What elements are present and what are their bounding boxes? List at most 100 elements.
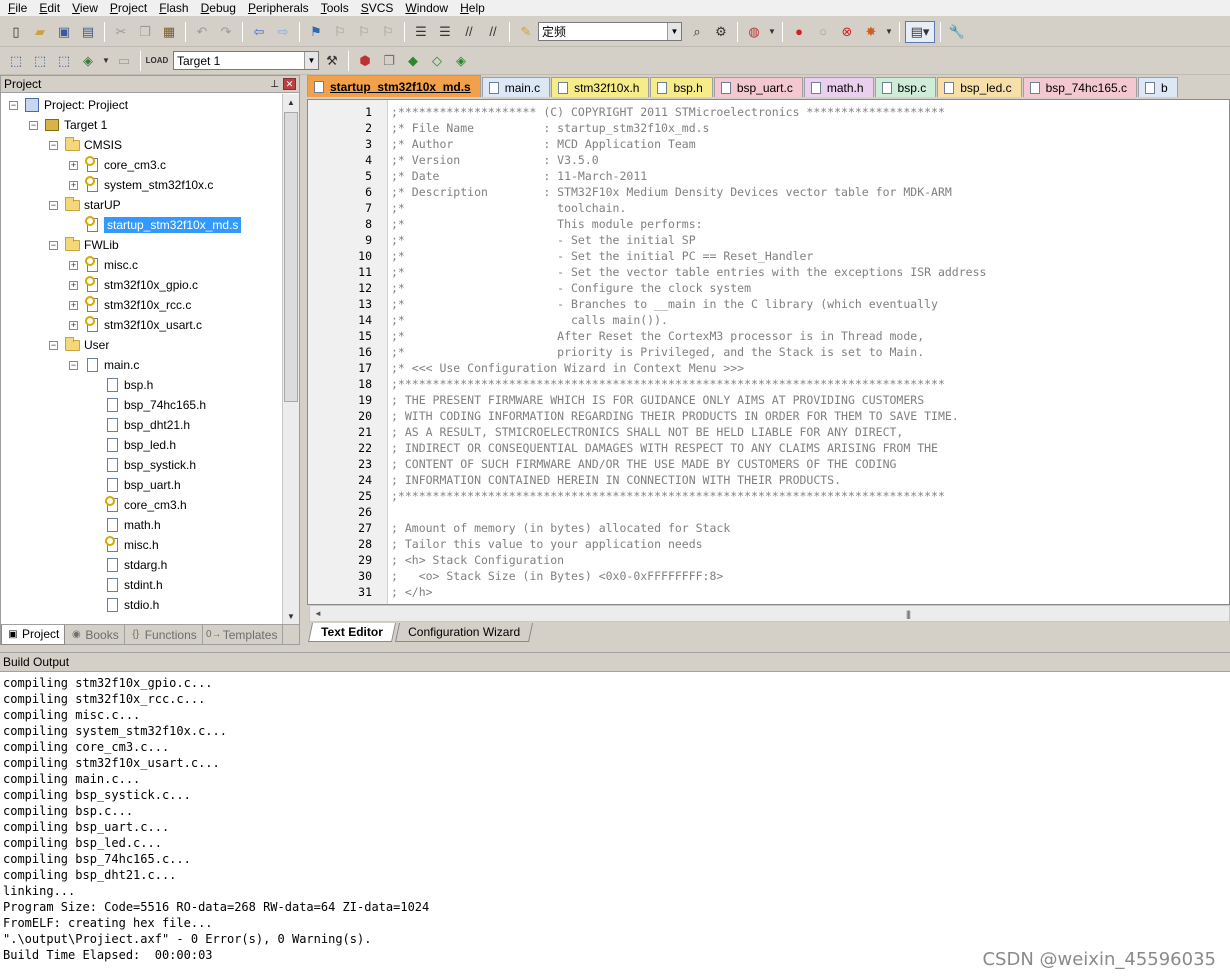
- menu-debug[interactable]: Debug: [195, 1, 242, 15]
- tab-books[interactable]: ◉ Books: [65, 624, 125, 645]
- tree-item[interactable]: − User: [49, 335, 109, 355]
- scroll-up-icon[interactable]: ▲: [283, 94, 299, 110]
- menu-project[interactable]: Project: [104, 1, 153, 15]
- editor-tab[interactable]: b: [1138, 77, 1178, 97]
- tree-item[interactable]: stdint.h: [89, 575, 163, 595]
- redo-icon[interactable]: ↷: [215, 21, 237, 43]
- tree-item[interactable]: − CMSIS: [49, 135, 122, 155]
- chevron-down-icon[interactable]: ▼: [667, 23, 681, 40]
- rebuild-icon[interactable]: ⬚: [53, 50, 75, 72]
- breakpoint-enable-icon[interactable]: ○: [812, 21, 834, 43]
- scroll-thumb[interactable]: [284, 112, 298, 402]
- tree-item[interactable]: bsp_led.h: [89, 435, 176, 455]
- target-combo[interactable]: Target 1 ▼: [173, 51, 319, 70]
- tree-item[interactable]: misc.h: [89, 535, 159, 555]
- cut-icon[interactable]: ✂: [110, 21, 132, 43]
- project-tree-scrollbar[interactable]: ▲ ▼: [282, 94, 299, 624]
- tree-item[interactable]: − Target 1: [29, 115, 107, 135]
- editor-tab[interactable]: bsp_uart.c: [713, 77, 803, 97]
- editor-tab[interactable]: bsp.h: [650, 77, 713, 97]
- scroll-grip-icon[interactable]: |||: [906, 609, 911, 619]
- tree-item[interactable]: + stm32f10x_usart.c: [69, 315, 202, 335]
- save-icon[interactable]: ▣: [53, 21, 75, 43]
- tab-functions[interactable]: {} Functions: [125, 624, 203, 645]
- expand-icon[interactable]: +: [69, 160, 78, 170]
- breakpoint-insert-icon[interactable]: ●: [788, 21, 810, 43]
- editor-tab[interactable]: bsp_led.c: [937, 77, 1022, 97]
- find-in-files-icon[interactable]: ✎: [515, 21, 537, 43]
- select-packs-icon[interactable]: ❐: [378, 50, 400, 72]
- find-combo[interactable]: 定频 ▼: [538, 22, 682, 41]
- tree-item[interactable]: + core_cm3.c: [69, 155, 166, 175]
- download-icon[interactable]: LOAD: [146, 50, 169, 72]
- expand-icon[interactable]: +: [69, 260, 78, 270]
- editor-tab[interactable]: startup_stm32f10x_md.s: [307, 75, 481, 97]
- tree-item[interactable]: bsp_74hc165.h: [89, 395, 206, 415]
- tree-item[interactable]: − FWLib: [49, 235, 119, 255]
- tree-item[interactable]: + stm32f10x_gpio.c: [69, 275, 198, 295]
- paste-icon[interactable]: ▦: [158, 21, 180, 43]
- translate-icon[interactable]: ⬚: [5, 50, 27, 72]
- comment-icon[interactable]: //: [458, 21, 480, 43]
- undo-icon[interactable]: ↶: [191, 21, 213, 43]
- editor-tab[interactable]: bsp_74hc165.c: [1022, 77, 1138, 97]
- pack-installer-icon[interactable]: ◆: [402, 50, 424, 72]
- editor-tab[interactable]: main.c: [481, 77, 551, 97]
- manage-components-icon[interactable]: ⬢: [354, 50, 376, 72]
- menu-file[interactable]: File: [2, 1, 33, 15]
- breakpoint-disable-icon[interactable]: ⊗: [836, 21, 858, 43]
- chevron-down-icon[interactable]: ▼: [304, 52, 318, 69]
- bookmark-icon[interactable]: ⚑: [305, 21, 327, 43]
- collapse-icon[interactable]: −: [49, 240, 58, 250]
- menu-window[interactable]: Window: [399, 1, 454, 15]
- packs-icon[interactable]: ◈: [450, 50, 472, 72]
- tree-item[interactable]: core_cm3.h: [89, 495, 187, 515]
- pin-icon[interactable]: ⊥: [270, 79, 279, 90]
- tree-item[interactable]: stdarg.h: [89, 555, 167, 575]
- breakpoint-kill-icon[interactable]: ✸: [860, 21, 882, 43]
- tree-item[interactable]: + stm32f10x_rcc.c: [69, 295, 191, 315]
- rte-icon[interactable]: ◇: [426, 50, 448, 72]
- scroll-left-icon[interactable]: ◄: [310, 609, 326, 618]
- tree-item[interactable]: bsp_systick.h: [89, 455, 196, 475]
- collapse-icon[interactable]: −: [9, 100, 18, 110]
- tree-item[interactable]: bsp_uart.h: [89, 475, 181, 495]
- menu-help[interactable]: Help: [454, 1, 491, 15]
- bookmark-clear-icon[interactable]: ⚐: [377, 21, 399, 43]
- expand-icon[interactable]: +: [69, 180, 78, 190]
- menu-svcs[interactable]: SVCS: [355, 1, 400, 15]
- expand-icon[interactable]: +: [69, 320, 78, 330]
- copy-icon[interactable]: ❐: [134, 21, 156, 43]
- close-icon[interactable]: ✕: [283, 78, 296, 90]
- menu-edit[interactable]: Edit: [33, 1, 66, 15]
- tree-item[interactable]: math.h: [89, 515, 161, 535]
- uncomment-icon[interactable]: //: [482, 21, 504, 43]
- tree-item[interactable]: bsp_dht21.h: [89, 415, 190, 435]
- save-all-icon[interactable]: ▤: [77, 21, 99, 43]
- chevron-down-icon[interactable]: ▼: [884, 21, 894, 43]
- unindent-icon[interactable]: ☰: [434, 21, 456, 43]
- tree-item[interactable]: − main.c: [69, 355, 139, 375]
- bookmark-next-icon[interactable]: ⚐: [353, 21, 375, 43]
- incremental-find-icon[interactable]: ⚙: [710, 21, 732, 43]
- target-options-icon[interactable]: ⚒: [321, 50, 343, 72]
- nav-forward-icon[interactable]: ⇨: [272, 21, 294, 43]
- build-icon[interactable]: ⬚: [29, 50, 51, 72]
- chevron-down-icon[interactable]: ▼: [101, 50, 111, 72]
- menu-view[interactable]: View: [66, 1, 104, 15]
- configure-icon[interactable]: 🔧: [946, 21, 968, 43]
- collapse-icon[interactable]: −: [49, 140, 58, 150]
- new-file-icon[interactable]: ▯: [5, 21, 27, 43]
- tree-item[interactable]: startup_stm32f10x_md.s: [69, 215, 242, 235]
- tree-item[interactable]: + misc.c: [69, 255, 138, 275]
- tab-project[interactable]: ▣ Project: [1, 624, 66, 645]
- bookmark-prev-icon[interactable]: ⚐: [329, 21, 351, 43]
- collapse-icon[interactable]: −: [49, 340, 58, 350]
- find-icon[interactable]: ⌕: [686, 21, 708, 43]
- tab-templates[interactable]: 0→ Templates: [203, 624, 284, 645]
- indent-icon[interactable]: ☰: [410, 21, 432, 43]
- tree-item[interactable]: − Project: Projiect: [9, 95, 128, 115]
- tree-item[interactable]: stdio.h: [89, 595, 159, 615]
- code-editor[interactable]: 1 ;******************** (C) COPYRIGHT 201…: [307, 99, 1230, 605]
- chevron-down-icon[interactable]: ▼: [767, 21, 777, 43]
